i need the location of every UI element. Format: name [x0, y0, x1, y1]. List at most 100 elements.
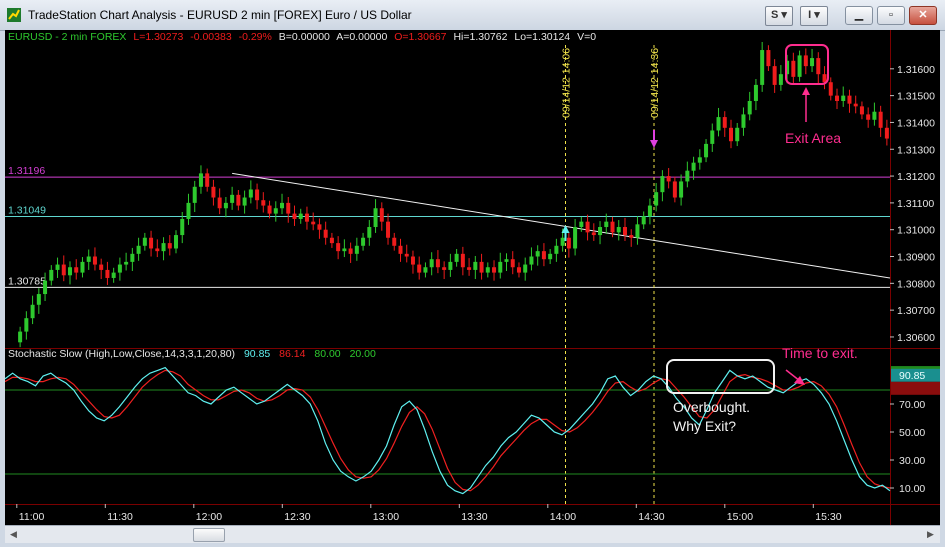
time-axis-label: 15:30 — [815, 511, 841, 523]
candle-body — [149, 237, 154, 249]
minimize-button[interactable]: ▁ — [845, 6, 873, 25]
candle-body — [622, 227, 627, 236]
candle-body — [211, 186, 216, 198]
symbol-linking-button[interactable]: S ▾ — [765, 6, 793, 26]
candle-body — [803, 55, 808, 67]
candle-body — [161, 243, 166, 252]
candle-body — [741, 114, 746, 128]
close-button[interactable]: ✕ — [909, 6, 937, 25]
price-axis-label: 1.31500 — [897, 91, 935, 103]
price-axis-label: 1.31200 — [897, 171, 935, 183]
time-marker-label: 09/14/12 14:06 — [561, 48, 573, 118]
candle-body — [691, 162, 696, 171]
price-axis-label: 1.31600 — [897, 64, 935, 76]
candle-body — [68, 267, 73, 276]
candle-body — [747, 100, 752, 115]
candle-body — [429, 259, 434, 268]
candle-body — [884, 127, 889, 139]
chart-window: TradeStation Chart Analysis - EURUSD 2 m… — [0, 0, 945, 547]
candle-body — [778, 74, 783, 85]
candle-body — [373, 208, 378, 228]
chart-area[interactable]: 1.31196 1.31049 1.30785 09/14/12 14:06 09/14… — [5, 30, 940, 525]
price-axis-label: 1.31100 — [897, 198, 934, 210]
candle-body — [866, 114, 871, 120]
candle-body — [548, 253, 553, 260]
candle-body — [766, 50, 771, 67]
candle-body — [155, 248, 160, 252]
stochastic-legend: Stochastic Slow (High,Low,Close,14,3,3,1… — [8, 348, 382, 360]
candle-body — [92, 256, 97, 265]
stoch-axis-label: 70.00 — [899, 399, 925, 411]
candle-body — [516, 267, 521, 273]
candle-body — [541, 251, 546, 260]
candle-body — [473, 261, 478, 270]
indicator-button[interactable]: I ▾ — [800, 6, 828, 26]
maximize-button[interactable]: ▫ — [877, 6, 905, 25]
scroll-right-icon[interactable]: ▶ — [923, 527, 938, 541]
sell-arrow-icon — [650, 130, 658, 148]
candle-body — [660, 176, 665, 193]
candle-body — [641, 216, 646, 225]
minimize-icon: ▁ — [854, 9, 864, 21]
candle-body — [248, 189, 253, 198]
candle-body — [716, 117, 721, 131]
price-axis-label: 1.30800 — [897, 278, 935, 290]
candle-body — [635, 224, 640, 238]
candle-body — [180, 218, 185, 236]
candle-body — [554, 245, 559, 254]
time-marker-label: 09/14/12 14:36 — [649, 48, 661, 118]
candle-body — [99, 264, 104, 270]
candle-body — [186, 202, 191, 219]
time-axis-label: 11:30 — [107, 511, 133, 523]
candle-body — [361, 237, 366, 246]
maximize-icon: ▫ — [889, 9, 893, 21]
candle-body — [167, 243, 172, 249]
candle-body — [379, 208, 384, 222]
scroll-thumb[interactable] — [193, 528, 225, 542]
candle-body — [629, 235, 634, 238]
candle-body — [728, 127, 733, 142]
candle-body — [61, 264, 66, 276]
stoch-axis-label: 10.00 — [899, 483, 925, 495]
s-button-label: S — [771, 9, 779, 21]
scroll-left-icon[interactable]: ◀ — [6, 527, 21, 541]
tradestation-app-icon — [7, 8, 21, 22]
candle-body — [217, 197, 222, 209]
candle-body — [504, 259, 509, 262]
candle-body — [130, 253, 135, 262]
open-price: O=1.30667 — [394, 31, 447, 43]
overbought-caption-line1: Overbought. — [673, 399, 750, 415]
candle-body — [647, 205, 652, 217]
candle-body — [878, 111, 883, 128]
candle-body — [280, 202, 285, 209]
candle-body — [435, 259, 440, 268]
candle-body — [354, 245, 359, 254]
horizontal-scrollbar[interactable]: ◀ ▶ — [5, 525, 940, 543]
overbought-caption-line2: Why Exit? — [673, 418, 736, 434]
candle-body — [304, 213, 309, 222]
candle-body — [666, 176, 671, 182]
stochastic-d-value: 86.14 — [279, 348, 306, 360]
candle-body — [847, 95, 852, 104]
time-axis-label: 15:00 — [727, 511, 753, 523]
candle-body — [810, 58, 815, 67]
candle-body — [841, 95, 846, 101]
chart-canvas[interactable]: 1.31196 1.31049 1.30785 09/14/12 14:06 09/14… — [5, 30, 940, 525]
candle-body — [454, 253, 459, 262]
time-axis-label: 13:30 — [461, 511, 487, 523]
candle-body — [30, 304, 35, 319]
low-price: Lo=1.30124 — [514, 31, 571, 43]
stochastic-ob-value: 80.00 — [314, 348, 341, 360]
candle-body — [610, 221, 615, 233]
candle-body — [136, 245, 141, 254]
candle-body — [36, 294, 41, 305]
candle-body — [566, 237, 571, 249]
candle-body — [105, 269, 110, 278]
candle-body — [853, 103, 858, 107]
title-bar[interactable]: TradeStation Chart Analysis - EURUSD 2 m… — [0, 0, 945, 31]
volume: V=0 — [577, 31, 597, 43]
candle-body — [286, 202, 291, 214]
candle-body — [685, 170, 690, 182]
i-button-label: I — [808, 9, 812, 21]
candle-body — [24, 318, 29, 332]
